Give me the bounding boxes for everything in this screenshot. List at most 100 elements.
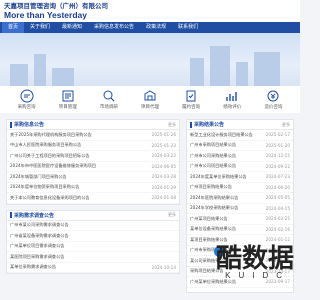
item-date: 2025-02-17 bbox=[265, 132, 290, 138]
item-date: 2024-04-15 bbox=[265, 205, 290, 211]
service-project[interactable]: 项目管理 bbox=[54, 89, 82, 110]
item-date: 2024-06-05 bbox=[151, 163, 176, 169]
procurement-info-panel: 采购信息公告 更多 关于2025年采购代理机构服务项目采购公告 2025-01-2… bbox=[6, 119, 180, 205]
agency-icon bbox=[144, 90, 156, 101]
project-icon bbox=[62, 90, 74, 102]
banner-building bbox=[236, 62, 248, 86]
item-title: 广州项目采购结果公告 bbox=[190, 184, 232, 190]
list-item[interactable]: 广州项目采购结果公告 2024-06-20 bbox=[187, 183, 293, 193]
item-title: 2024年度单位物资采购项目采购公告 bbox=[10, 184, 80, 190]
service-label: 履约咨询 bbox=[182, 105, 201, 110]
nav-item-home[interactable]: 首页 bbox=[2, 22, 25, 33]
item-title: 广州省某设备采购需求调查公告 bbox=[10, 232, 69, 238]
main-nav: 首页 关于我们 最新通知 采购信息发布公告 政策法规 联系我们 bbox=[0, 22, 300, 33]
more-link[interactable]: 更多 bbox=[168, 122, 179, 128]
header-accent bbox=[10, 212, 12, 218]
item-date: 2025-01-23 bbox=[151, 142, 176, 148]
list-item[interactable]: 新型工业化设计服务项目结果公告 2025-02-17 bbox=[187, 130, 293, 141]
panel-header: 采购信息公告 更多 bbox=[7, 120, 179, 130]
list-item[interactable]: 2024年医院采购结果公告 2024-05-05 bbox=[187, 193, 293, 204]
list-item[interactable]: 2024年度单位物资采购项目采购公告 2024-01-29 bbox=[7, 183, 179, 193]
item-title: 某单位设备采购结果公告 bbox=[190, 226, 237, 232]
service-consult[interactable]: 采购咨询 bbox=[13, 89, 41, 110]
banner-building bbox=[210, 46, 230, 86]
banner-building bbox=[190, 58, 204, 86]
more-link[interactable]: 更多 bbox=[168, 212, 179, 218]
page: 天嘉项目管理咨询（广州）有限公司 More than Yesterday 首页 … bbox=[0, 0, 300, 300]
item-title: 关于2025年采购代理机构服务项目采购公告 bbox=[10, 131, 92, 137]
list-item[interactable]: 广州公司关于工程项目的采购项目招标公告 2024-03-22 bbox=[7, 151, 179, 162]
list-item[interactable]: 广州某单位项目需求调查公告 bbox=[7, 242, 179, 252]
item-title: 2024年市中医医院医疗设备维修服务采购项目 bbox=[10, 163, 97, 169]
item-title: 广州公司关于工程项目的采购项目招标公告 bbox=[10, 152, 90, 158]
banner-building bbox=[254, 52, 280, 86]
service-cost[interactable]: 造价咨询 bbox=[259, 89, 287, 110]
item-date: 2024-09-22 bbox=[265, 163, 290, 169]
panel-title: 采购结果公告 bbox=[194, 122, 225, 128]
nav-item-policy[interactable]: 政策法规 bbox=[140, 22, 172, 33]
procurement-demand-panel: 采购需求调查公告 更多 广州市某公司采购需求调查公告 广州省某设备采购需求调查公… bbox=[6, 209, 180, 274]
item-date: 2024-01-08 bbox=[151, 195, 176, 201]
nav-item-news[interactable]: 最新通知 bbox=[56, 22, 88, 33]
service-label: 项目管理 bbox=[58, 105, 77, 110]
list-item[interactable]: 某医院项目采购需求调查公告 bbox=[7, 252, 179, 263]
left-column: 采购信息公告 更多 关于2025年采购代理机构服务项目采购公告 2025-01-2… bbox=[6, 119, 180, 293]
list-item[interactable]: 广州市采购项目结果公告 2025-01-20 bbox=[187, 141, 293, 151]
item-title: 2024年城管部门项目采购公告 bbox=[10, 173, 67, 179]
list-item[interactable]: 某单位采购需求调查公告 2024-10-14 bbox=[7, 263, 179, 273]
list-item[interactable]: 广州市公司项目结果公告 2024-09-22 bbox=[187, 162, 293, 172]
item-title: 广州市某公司采购需求调查公告 bbox=[10, 222, 69, 228]
consult-icon bbox=[20, 89, 34, 103]
brand-text: 天嘉项目管理咨询（广州）有限公司 More than Yesterday bbox=[4, 2, 108, 20]
service-research[interactable]: 市场调研 bbox=[95, 89, 123, 110]
list-item[interactable]: 2024年市中医医院医疗设备维修服务采购项目 2024-06-05 bbox=[7, 162, 179, 172]
panel-header: 采购结果公告 更多 bbox=[187, 120, 293, 130]
item-title: 广州某单位项目需求调查公告 bbox=[10, 243, 65, 249]
list-item[interactable]: 关于本公司教育信息化设备采购项目的公告 2024-01-08 bbox=[7, 193, 179, 204]
list-item[interactable]: 广州省某设备采购需求调查公告 bbox=[7, 231, 179, 242]
item-date: 2024-01-29 bbox=[151, 184, 176, 190]
item-title: 新型工业化设计服务项目结果公告 bbox=[190, 131, 253, 137]
item-date: 2024-07-23 bbox=[265, 174, 290, 180]
list-item[interactable]: 2024年学校采购结果公告 2024-04-15 bbox=[187, 204, 293, 214]
service-evaluation[interactable]: 绩效评价 bbox=[218, 89, 246, 110]
item-date: 2024-10-14 bbox=[151, 264, 176, 270]
item-date: 2025-01-26 bbox=[151, 132, 176, 138]
header-accent bbox=[10, 121, 12, 128]
service-label: 市场调研 bbox=[99, 105, 118, 110]
brand[interactable]: 天嘉项目管理咨询（广州）有限公司 More than Yesterday bbox=[4, 2, 296, 20]
research-icon bbox=[103, 90, 115, 102]
list-item[interactable]: 关于2025年采购代理机构服务项目采购公告 2025-01-26 bbox=[7, 130, 179, 141]
more-link[interactable]: 更多 bbox=[282, 122, 293, 128]
list-item[interactable]: 广州市公司采购结果公告 2024-12-15 bbox=[187, 151, 293, 162]
list-item[interactable]: 中山市人民医院采购服务项目采购公告 2025-01-23 bbox=[7, 141, 179, 151]
nav-item-about[interactable]: 关于我们 bbox=[24, 22, 56, 33]
item-title: 关于本公司教育信息化设备采购项目的公告 bbox=[10, 194, 90, 200]
panel-title: 采购信息公告 bbox=[14, 122, 45, 128]
cost-icon bbox=[267, 90, 279, 102]
list-item[interactable]: 某单位设备采购结果公告 2024-02-16 bbox=[187, 225, 293, 235]
hero-banner bbox=[0, 33, 300, 86]
performance-icon bbox=[186, 90, 196, 102]
nav-item-contact[interactable]: 联系我们 bbox=[172, 22, 204, 33]
item-date: 2024-03-28 bbox=[151, 174, 176, 180]
list-item[interactable]: 2024年度某单位采购结果公告 2024-07-23 bbox=[187, 172, 293, 183]
item-title: 广州市公司采购结果公告 bbox=[190, 152, 237, 158]
nav-item-procurement[interactable]: 采购信息发布公告 bbox=[88, 22, 140, 33]
list-item[interactable]: 2024年城管部门项目采购公告 2024-03-28 bbox=[7, 172, 179, 183]
panel-header: 采购需求调查公告 更多 bbox=[7, 211, 179, 221]
item-title: 某单位采购需求调查公告 bbox=[10, 264, 57, 270]
company-name: 天嘉项目管理咨询（广州）有限公司 bbox=[4, 2, 108, 10]
service-agency[interactable]: 项目代理 bbox=[136, 89, 164, 110]
list-item[interactable]: 广州某项目结果公告 2024-03-25 bbox=[187, 214, 293, 225]
item-date: 2024-03-25 bbox=[265, 216, 290, 222]
item-title: 2024年度某单位采购结果公告 bbox=[190, 173, 247, 179]
banner-building bbox=[34, 54, 46, 86]
item-date: 2024-05-05 bbox=[265, 195, 290, 201]
item-date: 2025-01-20 bbox=[265, 142, 290, 148]
list-item[interactable]: 广州市某公司采购需求调查公告 bbox=[7, 221, 179, 231]
service-label: 绩效评价 bbox=[223, 105, 242, 110]
banner-building bbox=[52, 68, 74, 86]
service-performance[interactable]: 履约咨询 bbox=[177, 89, 205, 110]
service-label: 采购咨询 bbox=[17, 105, 36, 110]
